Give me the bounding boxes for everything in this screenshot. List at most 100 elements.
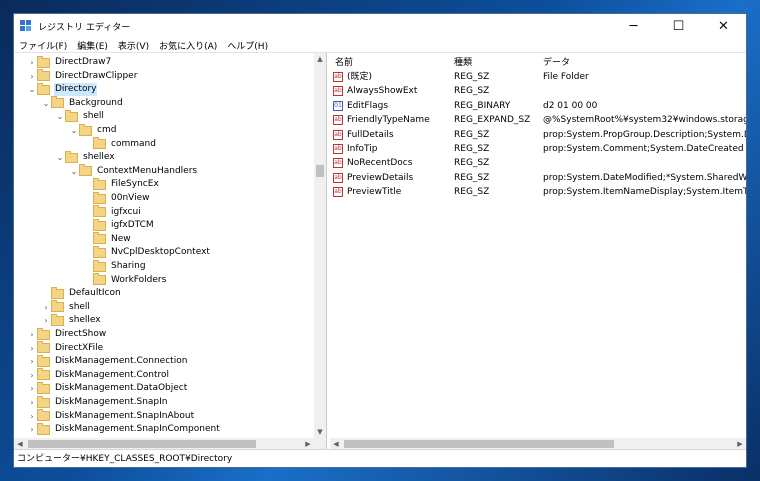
tree-node[interactable]: › DiskManagement.DataObject (27, 381, 188, 395)
expand-chevron-icon[interactable]: › (27, 56, 37, 69)
tree-node[interactable]: ⌄ shell (55, 109, 105, 123)
registry-editor-window: レジストリ エディター ─ ☐ ✕ ファイル(F) 編集(E) 表示(V) お気… (13, 13, 747, 468)
tree-node[interactable]: › DiskManagement.Connection (27, 354, 188, 368)
folder-icon (93, 177, 106, 190)
collapse-chevron-icon[interactable]: ⌄ (41, 97, 51, 110)
value-row[interactable]: ab InfoTip REG_SZ prop:System.Comment;Syste… (330, 142, 746, 156)
collapse-chevron-icon[interactable]: ⌄ (69, 165, 79, 178)
tree-node[interactable]: NvCplDesktopContext (83, 245, 211, 259)
expand-chevron-icon[interactable]: › (27, 369, 37, 382)
collapse-chevron-icon[interactable]: ⌄ (69, 124, 79, 137)
split-panes: › DirectDraw7 › DirectDrawClipper ⌄ Directory… (14, 52, 746, 450)
value-row[interactable]: ab PreviewTitle REG_SZ prop:System.ItemName… (330, 185, 746, 199)
expand-chevron-icon[interactable]: › (27, 342, 37, 355)
scroll-down-arrow-icon[interactable]: ▼ (314, 426, 326, 438)
expand-chevron-icon[interactable]: › (41, 314, 51, 327)
expand-chevron-icon[interactable]: › (27, 410, 37, 423)
string-value-icon: ab (333, 86, 343, 97)
tree-node[interactable]: › DiskManagement.SnapIn (27, 395, 168, 409)
tree-node[interactable]: › DirectDrawClipper (27, 69, 138, 83)
folder-icon (37, 409, 50, 422)
expand-chevron-icon[interactable]: › (27, 355, 37, 368)
tree-node-label: DiskManagement.SnapInComponent (55, 424, 220, 435)
close-button[interactable]: ✕ (701, 14, 746, 38)
tree-hscroll-thumb[interactable] (28, 440, 256, 448)
expand-chevron-icon[interactable]: › (41, 301, 51, 314)
value-data: prop:System.ItemNameDisplay;System.ItemT… (543, 187, 746, 198)
value-row[interactable]: ab FriendlyTypeName REG_EXPAND_SZ @%SystemR… (330, 113, 746, 127)
tree-node[interactable]: ⌄ ContextMenuHandlers (69, 164, 198, 178)
expand-chevron-icon[interactable]: › (27, 382, 37, 395)
values-list-pane[interactable]: 名前 種類 データ ab (既定) REG_SZ File Folder ab Alway… (330, 53, 746, 450)
menu-file[interactable]: ファイル(F) (19, 39, 67, 52)
tree-node[interactable]: WorkFolders (83, 273, 167, 287)
regedit-app-icon (20, 20, 32, 32)
tree-node[interactable]: DefaultIcon (41, 286, 122, 300)
scroll-up-arrow-icon[interactable]: ▲ (314, 53, 326, 65)
tree-node[interactable]: igfxDTCM (83, 218, 155, 232)
tree-node[interactable]: ⌄ shellex (55, 150, 116, 164)
tree-node[interactable]: 00nView (83, 191, 151, 205)
value-data: File Folder (543, 72, 589, 82)
column-header-name[interactable]: 名前 (335, 55, 353, 68)
tree-node[interactable]: ⌄ Directory (27, 82, 98, 97)
menu-view[interactable]: 表示(V) (118, 39, 149, 52)
value-data: @%SystemRoot%¥system32¥windows.storage.d… (543, 115, 746, 126)
tree-node[interactable]: › DirectXFile (27, 341, 104, 355)
value-type: REG_SZ (454, 144, 490, 154)
collapse-chevron-icon[interactable]: ⌄ (27, 83, 37, 96)
value-row[interactable]: ab (既定) REG_SZ File Folder (330, 70, 746, 84)
folder-icon (79, 123, 92, 136)
value-row[interactable]: ab AlwaysShowExt REG_SZ (330, 84, 746, 98)
tree-node[interactable]: Sharing (83, 259, 147, 273)
expand-chevron-icon[interactable]: › (27, 423, 37, 436)
tree-node[interactable]: FileSyncEx (83, 177, 160, 191)
tree-node[interactable]: › DiskManagement.SnapInComponent (27, 422, 221, 436)
tree-node[interactable]: ⌄ cmd (69, 123, 117, 137)
tree-node-label: Sharing (111, 261, 146, 271)
folder-icon (37, 55, 50, 68)
folder-icon (37, 422, 50, 435)
value-type: REG_SZ (454, 172, 490, 183)
column-header-data[interactable]: データ (543, 55, 570, 68)
tree-node[interactable]: › DirectShow (27, 327, 107, 341)
value-name: EditFlags (347, 100, 389, 111)
value-type: REG_SZ (454, 158, 490, 169)
minimize-button[interactable]: ─ (611, 14, 656, 38)
tree-node[interactable]: command (83, 137, 157, 151)
value-row[interactable]: ab FullDetails REG_SZ prop:System.PropGroup… (330, 128, 746, 142)
value-type: REG_SZ (454, 72, 490, 82)
value-row[interactable]: ab PreviewDetails REG_SZ prop:System.DateMo… (330, 171, 746, 185)
tree-node-label: 00nView (111, 193, 150, 203)
tree-node[interactable]: igfxcui (83, 205, 142, 219)
folder-icon (93, 232, 106, 245)
tree-node[interactable]: › DiskManagement.Control (27, 368, 170, 382)
tree-node[interactable]: › shell (41, 300, 91, 314)
expand-chevron-icon[interactable]: › (27, 396, 37, 409)
list-hscroll-thumb[interactable] (344, 440, 614, 448)
expand-chevron-icon[interactable]: › (27, 328, 37, 341)
value-row[interactable]: ab NoRecentDocs REG_SZ (330, 156, 746, 170)
tree-node[interactable]: ⌄ Background (41, 96, 124, 110)
column-header-type[interactable]: 種類 (454, 55, 472, 68)
tree-node[interactable]: › shellex (41, 313, 102, 327)
folder-icon (37, 82, 50, 95)
collapse-chevron-icon[interactable]: ⌄ (55, 110, 65, 123)
menu-help[interactable]: ヘルプ(H) (227, 39, 268, 52)
menu-edit[interactable]: 編集(E) (77, 39, 108, 52)
tree-node[interactable]: New (83, 232, 132, 246)
key-tree-pane[interactable]: › DirectDraw7 › DirectDrawClipper ⌄ Directory… (14, 53, 327, 450)
value-row[interactable]: 01 EditFlags REG_BINARY d2 01 00 00 (330, 99, 746, 113)
collapse-chevron-icon[interactable]: ⌄ (55, 151, 65, 164)
expand-chevron-icon[interactable]: › (27, 70, 37, 83)
tree-vertical-scrollbar[interactable]: ▲ ▼ (314, 53, 326, 438)
tree-node[interactable]: › DiskManagement.SnapInAbout (27, 409, 195, 423)
tree-node[interactable]: › DirectDraw7 (27, 55, 112, 69)
menu-favorites[interactable]: お気に入り(A) (159, 39, 217, 52)
title-bar[interactable]: レジストリ エディター ─ ☐ ✕ (14, 14, 746, 38)
tree-vscroll-thumb[interactable] (316, 165, 324, 177)
tree-node-label: igfxDTCM (111, 220, 154, 231)
maximize-button[interactable]: ☐ (656, 14, 701, 38)
